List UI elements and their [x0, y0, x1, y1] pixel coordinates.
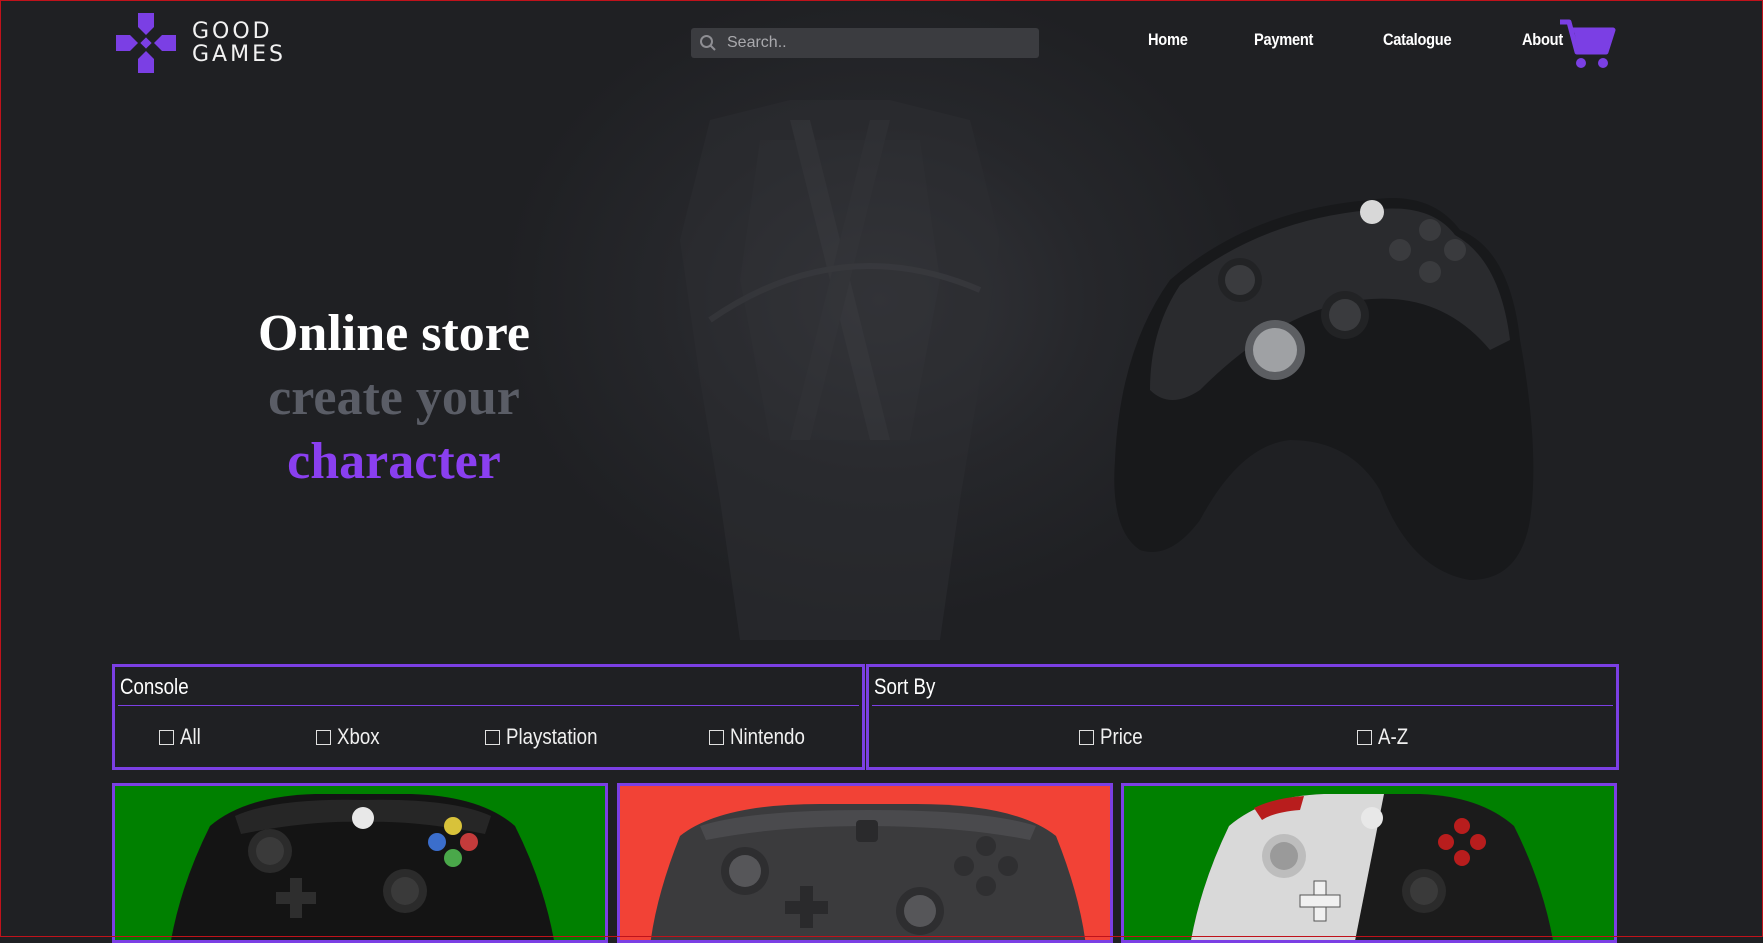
page-frame [0, 0, 1763, 937]
